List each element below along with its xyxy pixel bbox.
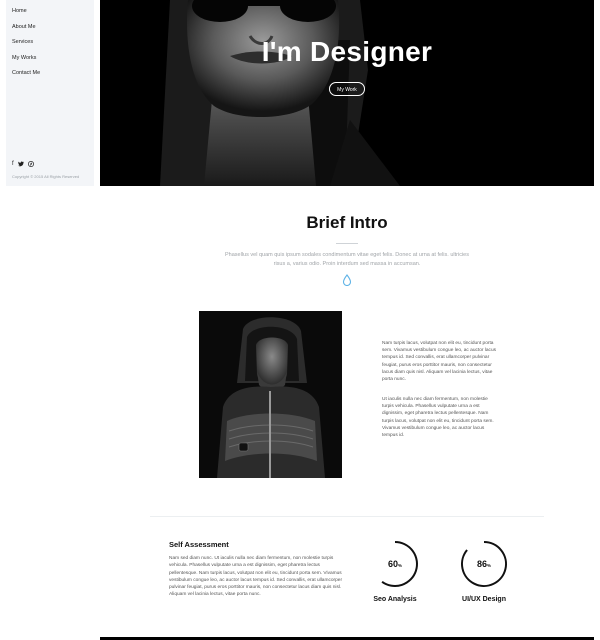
profile-photo bbox=[199, 311, 342, 478]
uiux-value-unit: % bbox=[487, 563, 492, 568]
self-assessment-title: Self Assessment bbox=[169, 540, 229, 549]
pinterest-icon[interactable] bbox=[27, 160, 34, 169]
seo-analysis-value: 60% bbox=[371, 559, 419, 569]
water-drop-icon bbox=[342, 274, 352, 286]
hero-title: I'm Designer bbox=[261, 36, 433, 67]
facebook-icon[interactable]: f bbox=[12, 161, 14, 169]
sidebar-nav: Home About Me Services My Works Contact … bbox=[12, 6, 40, 84]
about-paragraph-2: Ut iaculis nulla nec diam fermentum, non… bbox=[382, 397, 494, 439]
seo-analysis-label: Seo Analysis bbox=[373, 596, 417, 603]
sidebar-item-about[interactable]: About Me bbox=[12, 22, 40, 38]
sidebar-item-works[interactable]: My Works bbox=[12, 53, 40, 69]
uiux-design-value: 86% bbox=[459, 559, 509, 569]
intro-text: Phasellus vel quam quis ipsum sodales co… bbox=[225, 252, 469, 267]
my-work-button[interactable]: My Work bbox=[329, 82, 365, 96]
section-divider bbox=[150, 516, 544, 517]
uiux-design-gauge: 86% UI/UX Design bbox=[459, 540, 509, 610]
title-divider bbox=[336, 243, 358, 244]
twitter-icon[interactable] bbox=[17, 161, 24, 169]
sidebar-item-home[interactable]: Home bbox=[12, 6, 40, 22]
about-paragraph-1: Nam turpis lacus, volutpat non elit eu, … bbox=[382, 341, 497, 383]
uiux-design-label: UI/UX Design bbox=[462, 596, 506, 603]
sidebar-item-services[interactable]: Services bbox=[12, 37, 40, 53]
copyright-text: Copyright © 2015 All Rights Reserved bbox=[12, 174, 80, 179]
sidebar: Home About Me Services My Works Contact … bbox=[6, 0, 94, 186]
seo-analysis-gauge: 60% Seo Analysis bbox=[371, 540, 419, 610]
hero-banner: I'm Designer My Work bbox=[100, 0, 594, 186]
section-title-intro: Brief Intro bbox=[306, 213, 388, 232]
seo-value-unit: % bbox=[398, 563, 403, 568]
self-assessment-text: Nam sed diam nunc. Ut iaculis nulla nec … bbox=[169, 556, 343, 598]
uiux-value-number: 86 bbox=[476, 559, 487, 569]
social-links: f bbox=[12, 160, 34, 169]
sidebar-item-contact[interactable]: Contact Me bbox=[12, 68, 40, 84]
seo-value-number: 60 bbox=[387, 559, 398, 569]
